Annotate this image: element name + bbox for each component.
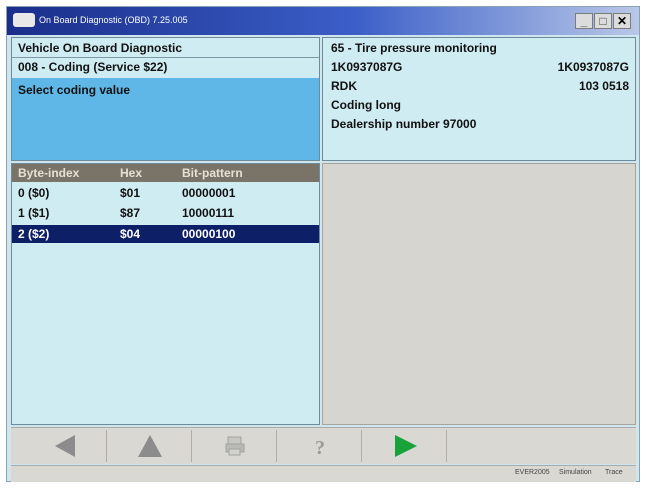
empty-detail-panel [322,163,636,425]
coding-service-label: 008 - Coding (Service $22) [18,60,168,74]
vehicle-diagnostic-label: Vehicle On Board Diagnostic [18,41,183,55]
byte-index-cell: 0 ($0) [18,186,50,200]
status-simulation: Simulation [559,469,592,476]
hex-cell: $01 [120,186,141,200]
system-name: RDK [331,79,357,93]
control-unit-info-panel: 65 - Tire pressure monitoring 1K0937087G… [322,37,636,161]
navigation-toolbar: ? [11,427,636,464]
arrow-up-icon [137,435,162,457]
control-unit-title: 65 - Tire pressure monitoring [331,41,497,55]
part-number-left: 1K0937087G [331,60,403,74]
header-byte-index[interactable]: Byte-index [18,166,79,180]
bit-pattern-cell: 00000001 [182,186,236,200]
coding-prompt-box: Select coding value [12,78,319,160]
print-icon [225,436,244,456]
arrow-left-icon [54,435,75,457]
hex-cell: $87 [120,206,141,220]
help-icon: ? [315,437,325,459]
coding-table: Byte-index Hex Bit-pattern 0 ($0) $01 00… [11,163,320,425]
part-number-right: 1K0937087G [557,60,629,74]
header-bit-pattern[interactable]: Bit-pattern [182,166,243,180]
title-bar: On Board Diagnostic (OBD) 7.25.005 _ □ ✕ [7,7,639,35]
table-row[interactable]: 1 ($1) $87 10000111 [12,204,319,222]
back-button[interactable] [23,430,107,462]
play-icon [394,435,417,457]
help-button[interactable]: ? [278,430,362,462]
table-row[interactable]: 0 ($0) $01 00000001 [12,184,319,202]
header-hex[interactable]: Hex [120,166,142,180]
obd-window: On Board Diagnostic (OBD) 7.25.005 _ □ ✕… [6,6,640,482]
svg-text:?: ? [315,437,325,459]
status-bar: EVER2005 Simulation Trace [11,465,636,482]
minimize-button[interactable]: _ [575,13,593,29]
status-trace: Trace [605,469,623,476]
dealership-number: Dealership number 97000 [331,117,477,131]
hex-cell: $04 [120,227,141,241]
status-version: EVER2005 [515,469,550,476]
table-header: Byte-index Hex Bit-pattern [12,164,319,182]
divider [12,57,319,58]
window-title: On Board Diagnostic (OBD) 7.25.005 [39,15,188,25]
system-version: 103 0518 [578,79,629,93]
continue-button[interactable] [363,430,447,462]
up-button[interactable] [108,430,192,462]
maximize-button[interactable]: □ [594,13,612,29]
vehicle-info-panel: Vehicle On Board Diagnostic 008 - Coding… [11,37,320,161]
table-row-selected[interactable]: 2 ($2) $04 00000100 [12,225,319,243]
bit-pattern-cell: 10000111 [182,206,235,220]
coding-type: Coding long [331,98,401,112]
byte-index-cell: 1 ($1) [18,206,50,220]
bit-pattern-cell: 00000100 [182,227,236,241]
app-logo-icon [13,13,35,27]
byte-index-cell: 2 ($2) [18,227,50,241]
close-button[interactable]: ✕ [613,13,631,29]
select-coding-prompt: Select coding value [18,83,131,97]
print-button[interactable] [193,430,277,462]
